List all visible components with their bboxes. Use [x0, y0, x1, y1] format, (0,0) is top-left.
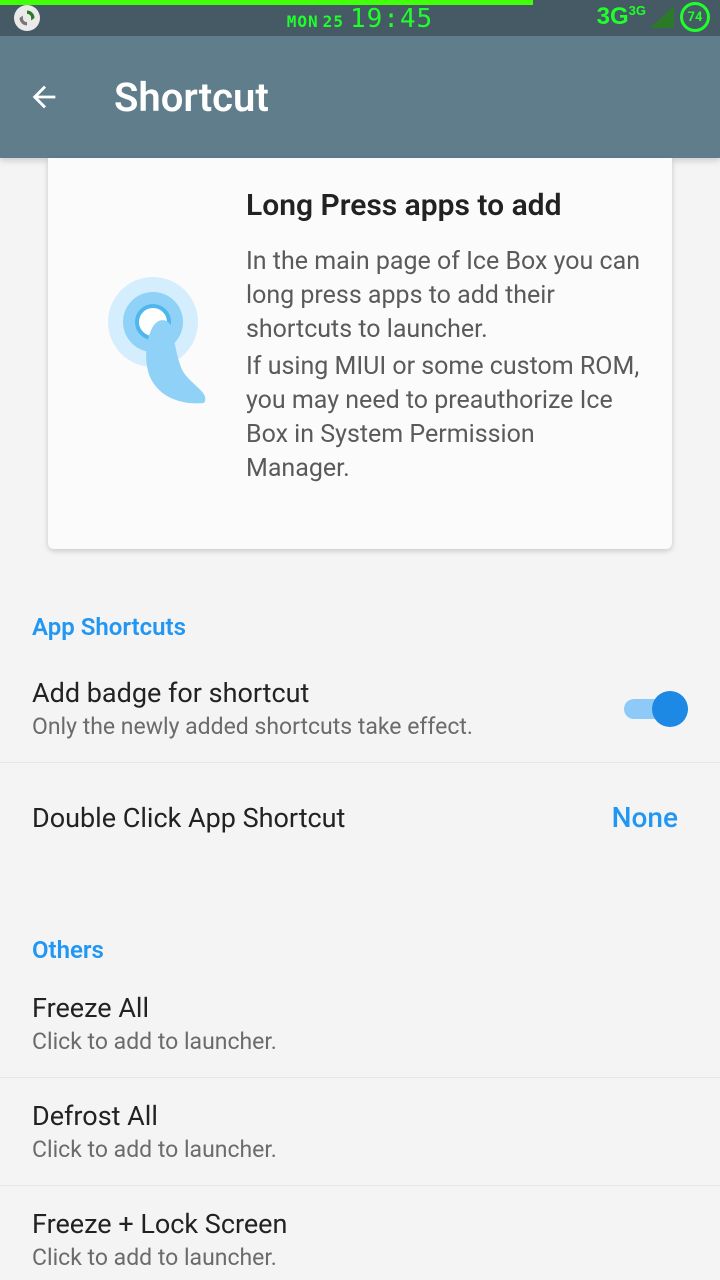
pref-freeze-all[interactable]: Freeze All Click to add to launcher. — [0, 970, 720, 1078]
section-title-others: Others — [0, 878, 720, 970]
pref-freeze-lock[interactable]: Freeze + Lock Screen Click to add to lau… — [0, 1186, 720, 1280]
pref-value: None — [612, 801, 688, 834]
app-bar: Shortcut — [0, 36, 720, 158]
pref-title: Double Click App Shortcut — [32, 802, 345, 834]
page-title: Shortcut — [114, 74, 269, 121]
status-bar: MON25 19:45 3G3G 74 — [0, 0, 720, 36]
pref-title: Freeze + Lock Screen — [32, 1208, 287, 1240]
section-title-app-shortcuts: App Shortcuts — [0, 549, 720, 655]
pref-defrost-all[interactable]: Defrost All Click to add to launcher. — [0, 1078, 720, 1186]
status-date: 25 — [323, 12, 344, 31]
info-card: Long Press apps to add In the main page … — [48, 158, 672, 549]
arrow-back-icon — [27, 80, 61, 114]
switch-thumb — [652, 691, 688, 727]
touch-illustration — [78, 188, 238, 489]
pref-subtitle: Click to add to launcher. — [32, 1244, 287, 1271]
pref-subtitle: Click to add to launcher. — [32, 1028, 277, 1055]
status-clock: MON25 19:45 — [287, 4, 433, 34]
pref-title: Add badge for shortcut — [32, 677, 473, 709]
pref-subtitle: Only the newly added shortcuts take effe… — [32, 713, 473, 740]
pref-title: Defrost All — [32, 1100, 277, 1132]
toggle-switch[interactable] — [624, 691, 688, 727]
progress-bar — [0, 0, 533, 5]
pref-add-badge[interactable]: Add badge for shortcut Only the newly ad… — [0, 655, 720, 763]
card-para-2: If using MIUI or some custom ROM, you ma… — [246, 350, 642, 485]
notification-icon — [14, 5, 40, 31]
pref-subtitle: Click to add to launcher. — [32, 1136, 277, 1163]
signal-icon — [650, 6, 674, 28]
network-icon: 3G3G — [597, 3, 646, 31]
battery-ring-icon: 74 — [680, 2, 710, 32]
finger-icon — [144, 315, 214, 405]
card-para-1: In the main page of Ice Box you can long… — [246, 245, 642, 346]
pref-double-click[interactable]: Double Click App Shortcut None — [0, 763, 720, 878]
status-time: 19:45 — [350, 4, 433, 34]
status-right: 3G3G 74 — [597, 2, 710, 32]
card-heading: Long Press apps to add — [246, 188, 642, 223]
status-day: MON — [287, 12, 319, 31]
pref-title: Freeze All — [32, 992, 277, 1024]
back-button[interactable] — [26, 79, 62, 115]
